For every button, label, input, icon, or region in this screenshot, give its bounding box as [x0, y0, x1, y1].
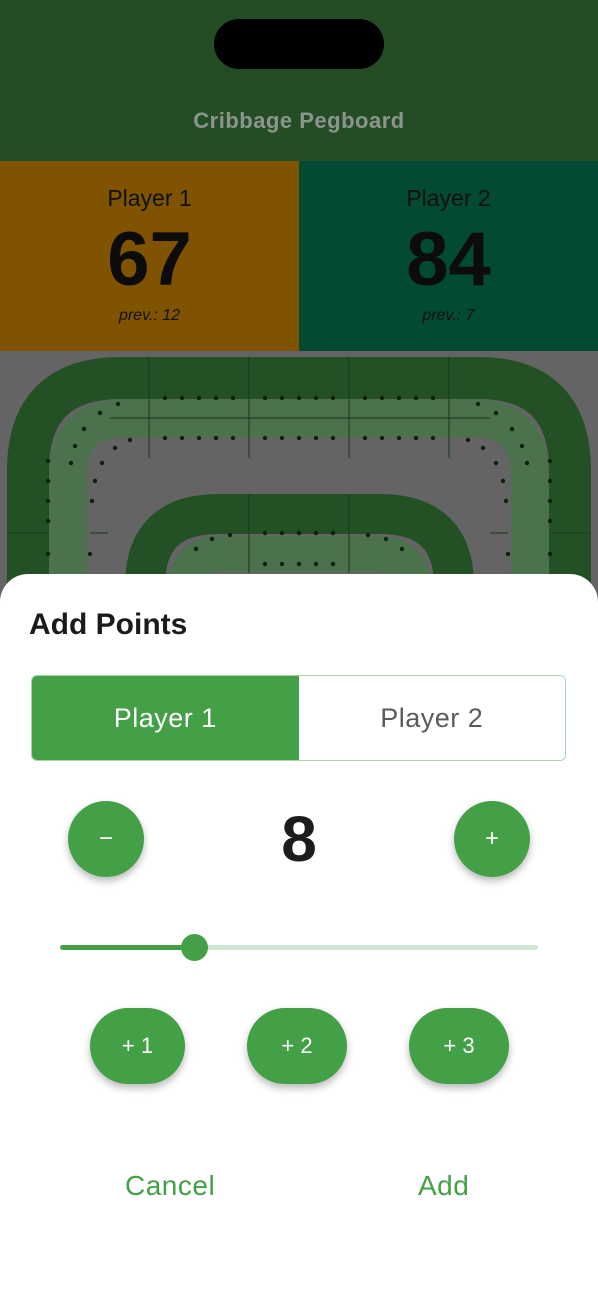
add-button[interactable]: Add — [418, 1170, 469, 1202]
player-2-previous: prev.: 7 — [422, 307, 475, 324]
add-3-button[interactable]: + 3 — [409, 1008, 509, 1084]
add-1-button[interactable]: + 1 — [90, 1008, 185, 1084]
player-segmented-control: Player 1 Player 2 — [31, 675, 566, 761]
player-1-score-panel[interactable]: Player 1 67 prev.: 12 — [0, 161, 299, 351]
add-points-sheet: Add Points Player 1 Player 2 − 8 + + 1 +… — [0, 574, 598, 1300]
player-2-score-panel[interactable]: Player 2 84 prev.: 7 — [299, 161, 598, 351]
pegboard — [0, 351, 598, 611]
player-1-score: 67 — [107, 217, 192, 302]
pegboard-track-graphic — [0, 351, 598, 611]
player-1-name: Player 1 — [107, 185, 192, 211]
dynamic-island — [214, 19, 384, 69]
segment-player-2[interactable]: Player 2 — [298, 676, 565, 760]
sheet-title: Add Points — [29, 608, 188, 641]
add-2-button[interactable]: + 2 — [247, 1008, 347, 1084]
increment-button[interactable]: + — [454, 801, 530, 877]
decrement-button[interactable]: − — [68, 801, 144, 877]
slider-thumb[interactable] — [180, 934, 208, 961]
player-1-previous: prev.: 12 — [118, 307, 181, 324]
cancel-button[interactable]: Cancel — [125, 1170, 215, 1202]
segment-player-1[interactable]: Player 1 — [32, 676, 299, 760]
player-2-score: 84 — [406, 217, 491, 302]
points-slider[interactable] — [60, 934, 538, 961]
header-bar: Cribbage Pegboard — [0, 0, 598, 161]
points-value: 8 — [281, 803, 317, 875]
player-2-name: Player 2 — [406, 185, 491, 211]
app-title: Cribbage Pegboard — [193, 108, 405, 133]
slider-fill — [60, 945, 194, 950]
